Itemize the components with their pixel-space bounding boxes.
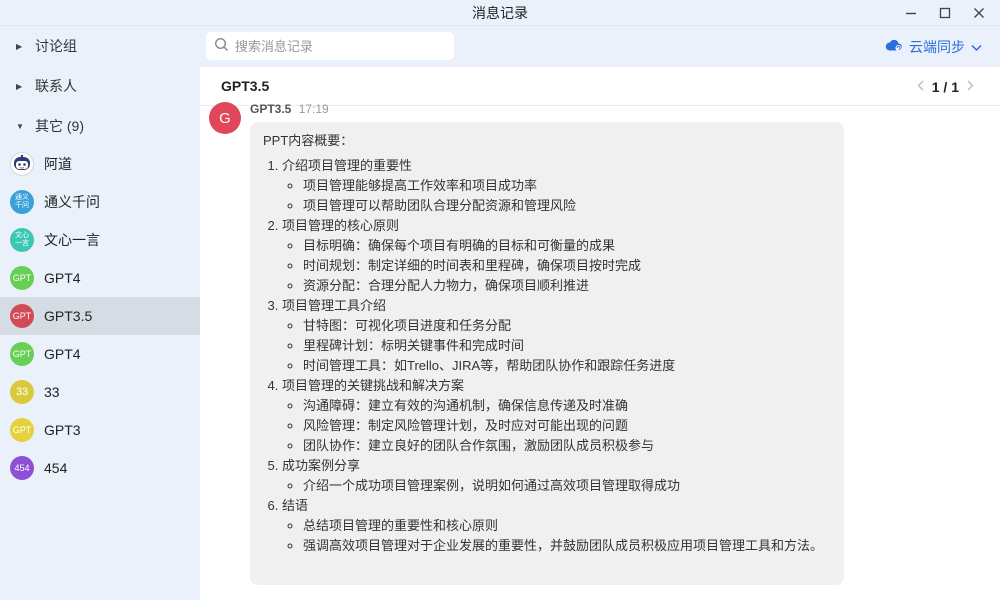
contact-item[interactable]: GPT GPT4	[0, 259, 200, 297]
bullet-item: 资源分配：合理分配人力物力，确保项目顺利推进	[303, 276, 831, 296]
group-other[interactable]: ▼ 其它 (9)	[0, 106, 200, 146]
section-title: 成功案例分享	[282, 458, 361, 473]
sender-avatar: G	[209, 102, 241, 134]
contact-name: GPT3.5	[44, 308, 93, 324]
contact-avatar: 通义 千问	[10, 190, 34, 214]
caret-right-icon: ▶	[16, 41, 23, 51]
cloud-sync-label: 云端同步	[909, 38, 965, 55]
bullet-item: 项目管理可以帮助团队合理分配资源和管理风险	[303, 196, 831, 216]
bullet-item: 风险管理：制定风险管理计划，及时应对可能出现的问题	[303, 416, 831, 436]
contact-item[interactable]: GPT GPT3	[0, 411, 200, 449]
bullet-item: 强调高效项目管理对于企业发展的重要性，并鼓励团队成员积极应用项目管理工具和方法。	[303, 536, 831, 556]
contact-name: GPT4	[44, 270, 81, 286]
section-item: 成功案例分享 介绍一个成功项目管理案例，说明如何通过高效项目管理取得成功	[282, 456, 831, 496]
bullet-list: 目标明确：确保每个项目有明确的目标和可衡量的成果 时间规划：制定详细的时间表和里…	[282, 236, 831, 296]
contact-item[interactable]: 阿道	[0, 145, 200, 183]
contact-item[interactable]: 454 454	[0, 449, 200, 487]
section-item: 结语 总结项目管理的重要性和核心原则 强调高效项目管理对于企业发展的重要性，并鼓…	[282, 496, 831, 556]
contact-name: 通义千问	[44, 194, 100, 210]
section-item: 介绍项目管理的重要性 项目管理能够提高工作效率和项目成功率 项目管理可以帮助团队…	[282, 156, 831, 216]
minimize-icon[interactable]	[894, 0, 928, 26]
next-page-icon[interactable]	[967, 79, 974, 94]
close-icon[interactable]	[962, 0, 996, 26]
bullet-item: 项目管理能够提高工作效率和项目成功率	[303, 176, 831, 196]
message-bubble: PPT内容概要： 介绍项目管理的重要性 项目管理能够提高工作效率和项目成功率 项…	[250, 122, 844, 585]
page-indicator: 1 / 1	[931, 78, 959, 95]
group-discussion[interactable]: ▶ 讨论组	[0, 26, 200, 66]
contact-item[interactable]: 文心 一言 文心一言	[0, 221, 200, 259]
title-bar: 消息记录	[0, 0, 1000, 26]
chevron-down-icon	[971, 39, 982, 55]
group-label: 讨论组	[35, 38, 77, 54]
section-item: 项目管理的核心原则 目标明确：确保每个项目有明确的目标和可衡量的成果 时间规划：…	[282, 216, 831, 296]
contact-name: 阿道	[44, 156, 72, 172]
group-label: 联系人	[35, 78, 77, 94]
bullet-item: 时间规划：制定详细的时间表和里程碑，确保项目按时完成	[303, 256, 831, 276]
section-item: 项目管理工具介绍 甘特图：可视化项目进度和任务分配 里程碑计划：标明关键事件和完…	[282, 296, 831, 376]
chat-header: GPT3.5 1 / 1	[200, 67, 1000, 106]
contact-avatar: GPT	[10, 418, 34, 442]
section-title: 项目管理的关键挑战和解决方案	[282, 378, 465, 393]
contact-name: 454	[44, 460, 68, 476]
prev-page-icon[interactable]	[917, 79, 924, 94]
bullet-list: 项目管理能够提高工作效率和项目成功率 项目管理可以帮助团队合理分配资源和管理风险	[282, 176, 831, 216]
bullet-list: 沟通障碍：建立有效的沟通机制，确保信息传递及时准确 风险管理：制定风险管理计划，…	[282, 396, 831, 456]
group-contacts[interactable]: ▶ 联系人	[0, 66, 200, 106]
section-item: 项目管理的关键挑战和解决方案 沟通障碍：建立有效的沟通机制，确保信息传递及时准确…	[282, 376, 831, 456]
bottom-strip	[200, 590, 1000, 600]
group-label: 其它 (9)	[35, 118, 84, 134]
contact-item[interactable]: 通义 千问 通义千问	[0, 183, 200, 221]
section-title: 项目管理的核心原则	[282, 218, 400, 233]
contact-name: GPT3	[44, 422, 81, 438]
bullet-list: 甘特图：可视化项目进度和任务分配 里程碑计划：标明关键事件和完成时间 时间管理工…	[282, 316, 831, 376]
robot-avatar-icon	[10, 152, 34, 176]
search-box[interactable]	[206, 32, 454, 60]
bullet-list: 介绍一个成功项目管理案例，说明如何通过高效项目管理取得成功	[282, 476, 831, 496]
message-sender: GPT3.5	[250, 102, 292, 116]
sidebar: ▶ 讨论组 ▶ 联系人 ▼ 其它 (9) 阿道 通义 千问 通义千问 文心 一言 文…	[0, 26, 200, 600]
cloud-sync-icon	[885, 38, 903, 55]
section-list: 介绍项目管理的重要性 项目管理能够提高工作效率和项目成功率 项目管理可以帮助团队…	[263, 156, 831, 556]
window-title: 消息记录	[472, 5, 528, 21]
toolbar: 云端同步	[200, 26, 1000, 67]
contact-name: 33	[44, 384, 60, 400]
bullet-item: 甘特图：可视化项目进度和任务分配	[303, 316, 831, 336]
message-time: 17:19	[298, 102, 329, 116]
bullet-item: 沟通障碍：建立有效的沟通机制，确保信息传递及时准确	[303, 396, 831, 416]
section-title: 介绍项目管理的重要性	[282, 158, 413, 173]
maximize-icon[interactable]	[928, 0, 962, 26]
contact-item-active[interactable]: GPT GPT3.5	[0, 297, 200, 335]
contact-name: GPT4	[44, 346, 81, 362]
contact-avatar: 33	[10, 380, 34, 404]
contact-avatar: 文心 一言	[10, 228, 34, 252]
bullet-item: 团队协作：建立良好的团队合作氛围，激励团队成员积极参与	[303, 436, 831, 456]
contact-item[interactable]: 33 33	[0, 373, 200, 411]
bullet-item: 时间管理工具：如Trello、JIRA等，帮助团队协作和跟踪任务进度	[303, 356, 831, 376]
contact-avatar: GPT	[10, 342, 34, 366]
contact-name: 文心一言	[44, 232, 100, 248]
message-meta: GPT3.5 17:19	[250, 102, 329, 116]
caret-down-icon: ▼	[16, 121, 24, 131]
message-intro: PPT内容概要：	[263, 133, 354, 148]
bullet-item: 里程碑计划：标明关键事件和完成时间	[303, 336, 831, 356]
bullet-list: 总结项目管理的重要性和核心原则 强调高效项目管理对于企业发展的重要性，并鼓励团队…	[282, 516, 831, 556]
section-title: 结语	[282, 498, 309, 513]
section-title: 项目管理工具介绍	[282, 298, 387, 313]
pagination: 1 / 1	[909, 67, 982, 106]
search-input[interactable]	[235, 38, 445, 54]
contact-avatar: GPT	[10, 266, 34, 290]
contact-item[interactable]: GPT GPT4	[0, 335, 200, 373]
bullet-item: 总结项目管理的重要性和核心原则	[303, 516, 831, 536]
contact-avatar: GPT	[10, 304, 34, 328]
bullet-item: 介绍一个成功项目管理案例，说明如何通过高效项目管理取得成功	[303, 476, 831, 496]
search-icon	[214, 37, 229, 55]
contact-avatar: 454	[10, 456, 34, 480]
chat-title: GPT3.5	[221, 78, 270, 94]
bullet-item: 目标明确：确保每个项目有明确的目标和可衡量的成果	[303, 236, 831, 256]
caret-right-icon: ▶	[16, 81, 23, 91]
cloud-sync-button[interactable]: 云端同步	[885, 26, 982, 67]
